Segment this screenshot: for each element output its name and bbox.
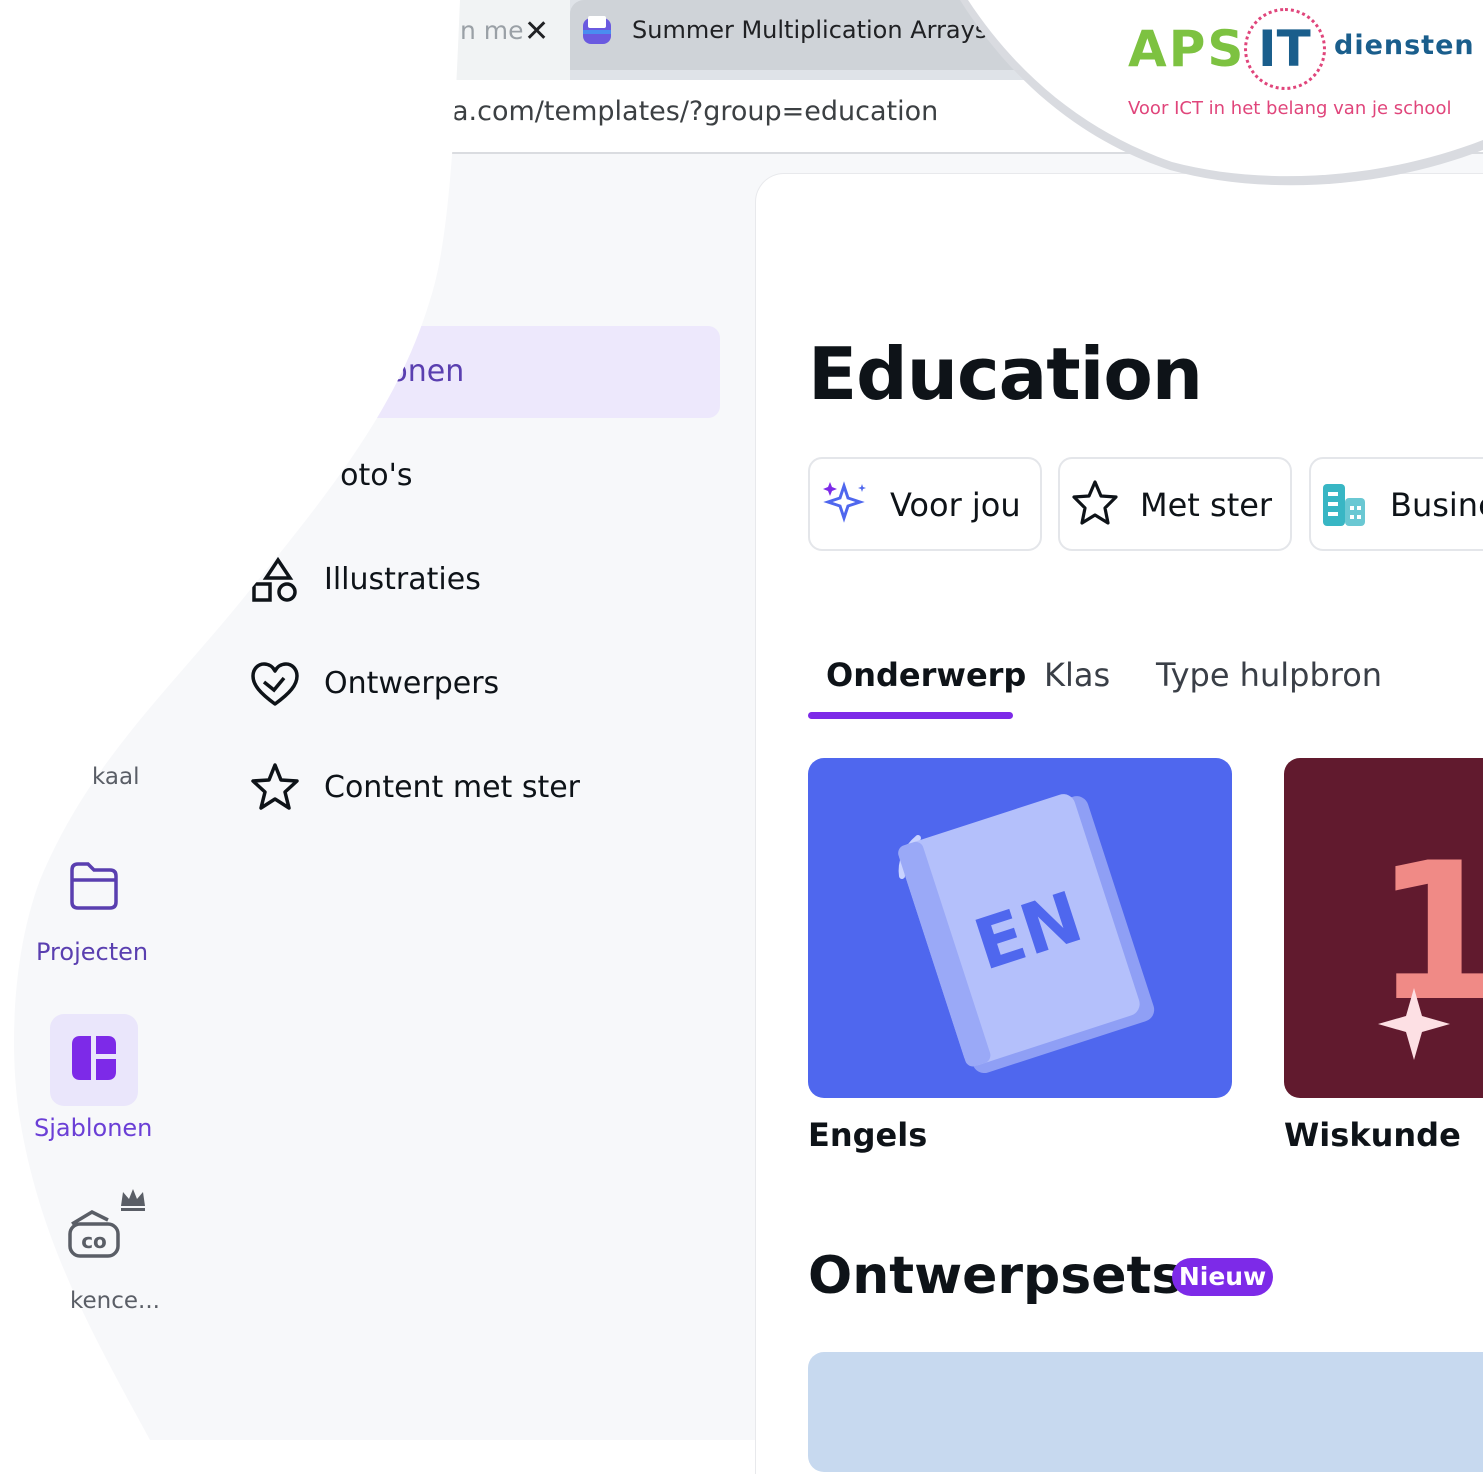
new-badge: Nieuw <box>1172 1258 1273 1296</box>
design-set-card[interactable] <box>808 1352 1483 1472</box>
star-icon <box>251 763 299 810</box>
menu-item-fotos[interactable]: Foto's <box>324 458 413 493</box>
card-image-text: 12 <box>1374 822 1483 1043</box>
chip-label: Met ster <box>1140 486 1273 524</box>
rail-item-projecten[interactable]: Projecten <box>36 938 148 966</box>
building-icon <box>1323 484 1365 526</box>
sparkle-icon <box>823 481 866 523</box>
printer-favicon-icon <box>583 16 611 44</box>
templates-icon <box>72 1036 116 1080</box>
tab-type-hulpbron[interactable]: Type hulpbron <box>1156 656 1382 694</box>
logo-tagline: Voor ICT in het belang van je school <box>1128 98 1452 119</box>
url-text[interactable]: a.com/templates/?group=education <box>452 96 938 127</box>
menu-item-label: blonen <box>362 354 465 389</box>
browser-tab-active-label: n me <box>460 16 524 45</box>
logo-aps-text: APS <box>1128 20 1246 78</box>
svg-text:co: co <box>81 1229 107 1253</box>
brand-kit-icon: co <box>68 1210 120 1258</box>
chip-label: Busine <box>1390 486 1483 524</box>
tab-onderwerp[interactable]: Onderwerp <box>826 656 1026 694</box>
browser-tab-title: Summer Multiplication Arrays W <box>632 16 1019 44</box>
logo-it-text: IT <box>1258 20 1311 78</box>
rail-item-label[interactable]: kaal <box>92 764 140 790</box>
card-wiskunde-image[interactable]: 12 <box>1284 758 1483 1098</box>
logo-diensten-text: diensten <box>1334 30 1475 61</box>
book-illustration: EN <box>898 794 1155 1074</box>
menu-item-ontwerpers[interactable]: Ontwerpers <box>324 666 499 701</box>
tab-active-indicator <box>808 712 1013 719</box>
card-engels-label[interactable]: Engels <box>808 1116 927 1154</box>
star-icon <box>1072 480 1118 525</box>
rail-item-sjablonen[interactable]: Sjablonen <box>34 1114 152 1142</box>
chip-label: Voor jou <box>890 486 1021 524</box>
menu-item-content-met-ster[interactable]: Content met ster <box>324 770 580 805</box>
section-title-ontwerpsets: Ontwerpsets <box>808 1246 1183 1306</box>
folder-icon <box>70 862 118 910</box>
tab-klas[interactable]: Klas <box>1044 656 1110 694</box>
heart-icon <box>251 662 299 706</box>
shapes-icon <box>252 556 297 602</box>
numbers-illustration: 12 <box>1374 822 1483 1060</box>
card-wiskunde-label[interactable]: Wiskunde <box>1284 1116 1461 1154</box>
tab-close-icon[interactable]: ✕ <box>524 14 549 49</box>
rail-item-merk[interactable]: kence... <box>70 1288 160 1314</box>
page-title: Education <box>808 332 1203 416</box>
card-engels-image[interactable]: EN <box>808 758 1232 1098</box>
menu-item-illustraties[interactable]: Illustraties <box>324 562 481 597</box>
